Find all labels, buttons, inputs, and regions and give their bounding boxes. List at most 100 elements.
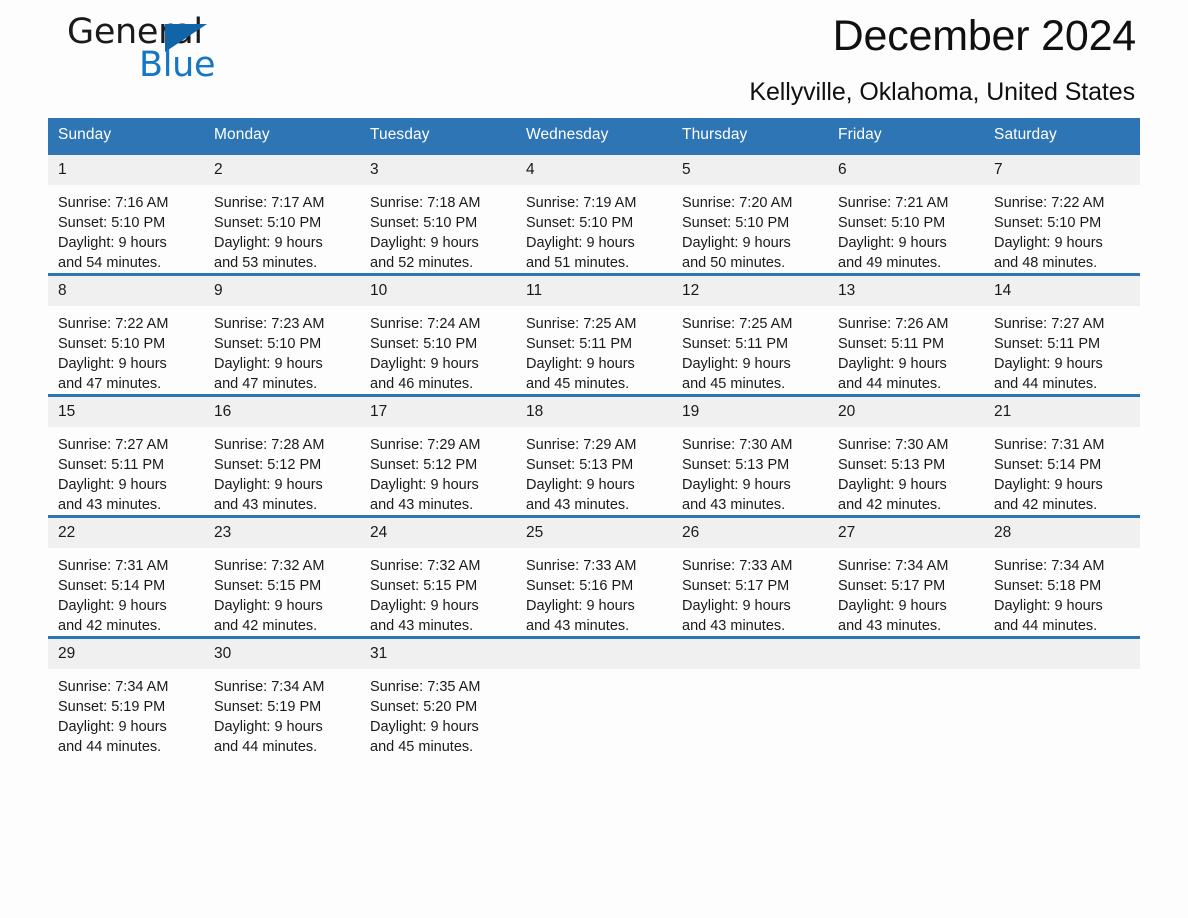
calendar-day-cell[interactable]: 7 Sunrise: 7:22 AM Sunset: 5:10 PM Dayli… [984, 153, 1140, 275]
sunrise-text: Sunrise: 7:29 AM [370, 437, 481, 453]
calendar-day-cell[interactable]: 21 Sunrise: 7:31 AM Sunset: 5:14 PM Dayl… [984, 394, 1140, 517]
sunrise-text: Sunrise: 7:32 AM [370, 558, 481, 574]
day-number: 22 [48, 518, 204, 548]
calendar-day-cell[interactable]: 9 Sunrise: 7:23 AM Sunset: 5:10 PM Dayli… [204, 273, 360, 396]
sunrise-text: Sunrise: 7:28 AM [214, 437, 325, 453]
day-number: 14 [984, 276, 1140, 306]
calendar-day-cell[interactable]: 5 Sunrise: 7:20 AM Sunset: 5:10 PM Dayli… [672, 153, 828, 275]
calendar-day-cell[interactable]: 27 Sunrise: 7:34 AM Sunset: 5:17 PM Dayl… [828, 515, 984, 638]
calendar-day-cell[interactable]: 19 Sunrise: 7:30 AM Sunset: 5:13 PM Dayl… [672, 394, 828, 517]
sunrise-text: Sunrise: 7:34 AM [994, 558, 1105, 574]
daylight-text-line1: Daylight: 9 hours [214, 477, 323, 493]
calendar-day-cell[interactable]: 25 Sunrise: 7:33 AM Sunset: 5:16 PM Dayl… [516, 515, 672, 638]
day-details: Sunrise: 7:20 AM Sunset: 5:10 PM Dayligh… [672, 185, 828, 273]
daylight-text-line1: Daylight: 9 hours [370, 356, 479, 372]
calendar-day-cell-empty [828, 636, 984, 757]
calendar-day-cell[interactable]: 12 Sunrise: 7:25 AM Sunset: 5:11 PM Dayl… [672, 273, 828, 396]
day-number: 4 [516, 155, 672, 185]
daylight-text-line2: and 42 minutes. [58, 618, 162, 634]
sunrise-text: Sunrise: 7:33 AM [526, 558, 637, 574]
day-details: Sunrise: 7:24 AM Sunset: 5:10 PM Dayligh… [360, 306, 516, 394]
sunset-text: Sunset: 5:10 PM [370, 336, 478, 352]
calendar-day-cell[interactable]: 14 Sunrise: 7:27 AM Sunset: 5:11 PM Dayl… [984, 273, 1140, 396]
day-number: 24 [360, 518, 516, 548]
calendar-day-cell[interactable]: 4 Sunrise: 7:19 AM Sunset: 5:10 PM Dayli… [516, 153, 672, 275]
calendar-day-cell[interactable]: 29 Sunrise: 7:34 AM Sunset: 5:19 PM Dayl… [48, 636, 204, 757]
calendar-day-cell[interactable]: 13 Sunrise: 7:26 AM Sunset: 5:11 PM Dayl… [828, 273, 984, 396]
daylight-text-line1: Daylight: 9 hours [58, 719, 167, 735]
calendar-day-cell[interactable]: 23 Sunrise: 7:32 AM Sunset: 5:15 PM Dayl… [204, 515, 360, 638]
calendar-day-cell[interactable]: 22 Sunrise: 7:31 AM Sunset: 5:14 PM Dayl… [48, 515, 204, 638]
daylight-text-line2: and 43 minutes. [370, 497, 474, 513]
page-header: General Blue December 2024 Kellyville, O… [48, 0, 1140, 118]
sunset-text: Sunset: 5:10 PM [994, 215, 1102, 231]
day-details: Sunrise: 7:27 AM Sunset: 5:11 PM Dayligh… [984, 306, 1140, 394]
day-details: Sunrise: 7:34 AM Sunset: 5:18 PM Dayligh… [984, 548, 1140, 636]
sunrise-text: Sunrise: 7:24 AM [370, 316, 481, 332]
calendar-day-cell[interactable]: 31 Sunrise: 7:35 AM Sunset: 5:20 PM Dayl… [360, 636, 516, 757]
calendar-day-cell[interactable]: 16 Sunrise: 7:28 AM Sunset: 5:12 PM Dayl… [204, 394, 360, 517]
day-details: Sunrise: 7:31 AM Sunset: 5:14 PM Dayligh… [984, 427, 1140, 515]
day-number: 26 [672, 518, 828, 548]
calendar-day-cell[interactable]: 26 Sunrise: 7:33 AM Sunset: 5:17 PM Dayl… [672, 515, 828, 638]
calendar-day-cell[interactable]: 28 Sunrise: 7:34 AM Sunset: 5:18 PM Dayl… [984, 515, 1140, 638]
calendar-day-cell[interactable]: 17 Sunrise: 7:29 AM Sunset: 5:12 PM Dayl… [360, 394, 516, 517]
daylight-text-line2: and 50 minutes. [682, 255, 786, 271]
daylight-text-line2: and 53 minutes. [214, 255, 318, 271]
calendar-day-cell[interactable]: 1 Sunrise: 7:16 AM Sunset: 5:10 PM Dayli… [48, 153, 204, 275]
page-title: December 2024 [832, 12, 1137, 60]
sunset-text: Sunset: 5:11 PM [526, 336, 633, 352]
day-number: 1 [48, 155, 204, 185]
day-number: 13 [828, 276, 984, 306]
sunset-text: Sunset: 5:19 PM [214, 699, 322, 715]
sunrise-text: Sunrise: 7:17 AM [214, 195, 325, 211]
calendar-day-cell[interactable]: 8 Sunrise: 7:22 AM Sunset: 5:10 PM Dayli… [48, 273, 204, 396]
sunset-text: Sunset: 5:11 PM [58, 457, 165, 473]
daylight-text-line1: Daylight: 9 hours [214, 719, 323, 735]
day-number: 28 [984, 518, 1140, 548]
day-details: Sunrise: 7:34 AM Sunset: 5:19 PM Dayligh… [48, 669, 204, 757]
daylight-text-line2: and 42 minutes. [994, 497, 1098, 513]
daylight-text-line2: and 47 minutes. [214, 376, 318, 392]
calendar-day-cell[interactable]: 11 Sunrise: 7:25 AM Sunset: 5:11 PM Dayl… [516, 273, 672, 396]
sunset-text: Sunset: 5:12 PM [370, 457, 478, 473]
sunset-text: Sunset: 5:14 PM [58, 578, 166, 594]
day-details: Sunrise: 7:22 AM Sunset: 5:10 PM Dayligh… [48, 306, 204, 394]
sunset-text: Sunset: 5:13 PM [526, 457, 634, 473]
daylight-text-line1: Daylight: 9 hours [370, 477, 479, 493]
calendar-day-cell[interactable]: 30 Sunrise: 7:34 AM Sunset: 5:19 PM Dayl… [204, 636, 360, 757]
calendar-day-cell[interactable]: 15 Sunrise: 7:27 AM Sunset: 5:11 PM Dayl… [48, 394, 204, 517]
daylight-text-line2: and 44 minutes. [58, 739, 162, 755]
day-number: 20 [828, 397, 984, 427]
daylight-text-line1: Daylight: 9 hours [370, 719, 479, 735]
daylight-text-line2: and 54 minutes. [58, 255, 162, 271]
sunset-text: Sunset: 5:15 PM [214, 578, 322, 594]
generalblue-logo[interactable]: General Blue [58, 12, 358, 102]
daylight-text-line1: Daylight: 9 hours [214, 235, 323, 251]
weekday-header-monday: Monday [204, 118, 360, 154]
sunset-text: Sunset: 5:19 PM [58, 699, 166, 715]
sunrise-text: Sunrise: 7:18 AM [370, 195, 481, 211]
daylight-text-line2: and 52 minutes. [370, 255, 474, 271]
day-details: Sunrise: 7:21 AM Sunset: 5:10 PM Dayligh… [828, 185, 984, 273]
sunrise-text: Sunrise: 7:23 AM [214, 316, 325, 332]
sunset-text: Sunset: 5:10 PM [214, 336, 322, 352]
calendar-day-cell[interactable]: 6 Sunrise: 7:21 AM Sunset: 5:10 PM Dayli… [828, 153, 984, 275]
daylight-text-line2: and 51 minutes. [526, 255, 630, 271]
day-details: Sunrise: 7:27 AM Sunset: 5:11 PM Dayligh… [48, 427, 204, 515]
sunset-text: Sunset: 5:10 PM [526, 215, 634, 231]
calendar-day-cell[interactable]: 2 Sunrise: 7:17 AM Sunset: 5:10 PM Dayli… [204, 153, 360, 275]
calendar-day-cell[interactable]: 3 Sunrise: 7:18 AM Sunset: 5:10 PM Dayli… [360, 153, 516, 275]
daylight-text-line1: Daylight: 9 hours [58, 235, 167, 251]
calendar-day-cell[interactable]: 20 Sunrise: 7:30 AM Sunset: 5:13 PM Dayl… [828, 394, 984, 517]
daylight-text-line2: and 49 minutes. [838, 255, 942, 271]
daylight-text-line1: Daylight: 9 hours [526, 477, 635, 493]
calendar-day-cell[interactable]: 18 Sunrise: 7:29 AM Sunset: 5:13 PM Dayl… [516, 394, 672, 517]
calendar-day-cell[interactable]: 24 Sunrise: 7:32 AM Sunset: 5:15 PM Dayl… [360, 515, 516, 638]
day-number: 18 [516, 397, 672, 427]
calendar-week-row: 22 Sunrise: 7:31 AM Sunset: 5:14 PM Dayl… [48, 515, 1140, 638]
sunrise-text: Sunrise: 7:16 AM [58, 195, 169, 211]
day-details: Sunrise: 7:34 AM Sunset: 5:19 PM Dayligh… [204, 669, 360, 757]
calendar-day-cell[interactable]: 10 Sunrise: 7:24 AM Sunset: 5:10 PM Dayl… [360, 273, 516, 396]
daylight-text-line1: Daylight: 9 hours [370, 598, 479, 614]
